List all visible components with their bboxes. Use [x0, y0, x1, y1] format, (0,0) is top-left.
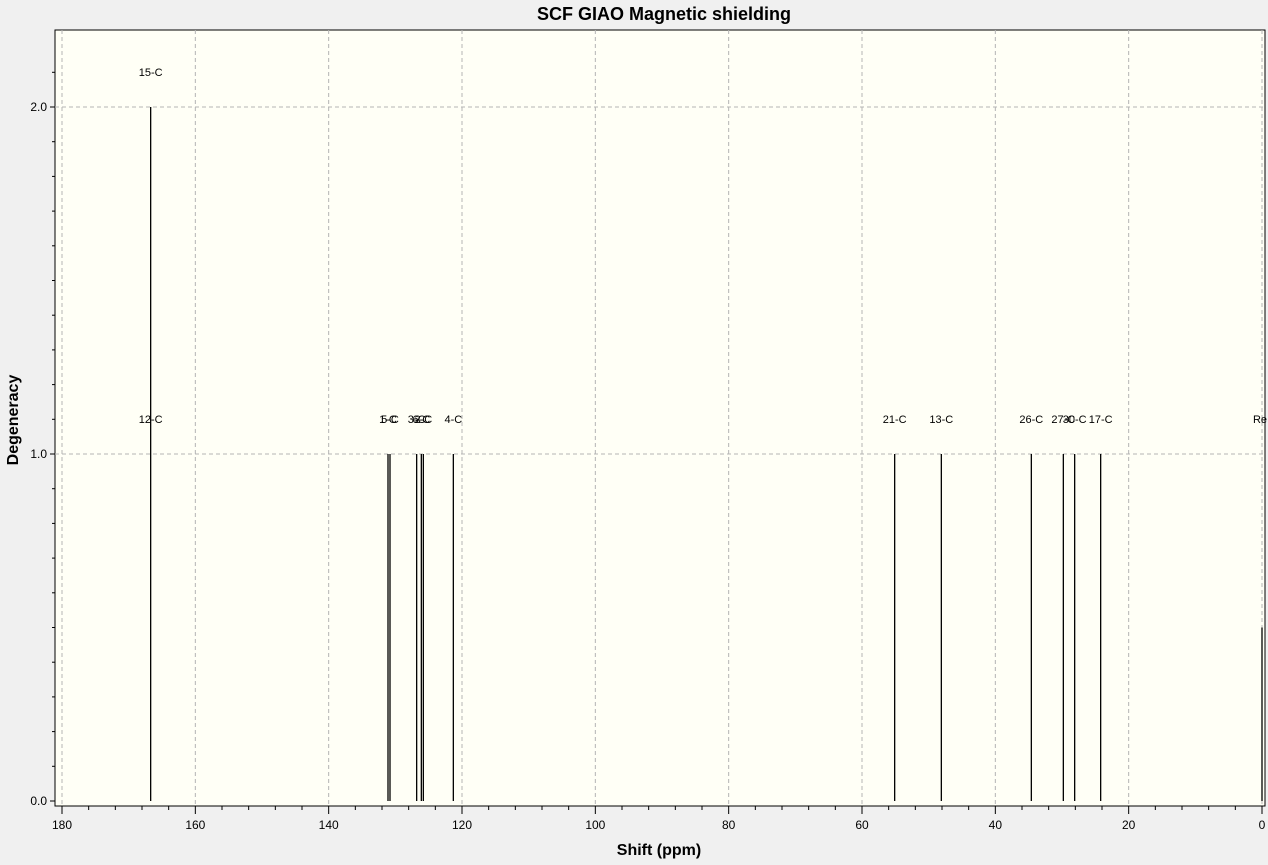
peak-label: 2-C: [414, 414, 432, 426]
nmr-spectrum-chart: SCF GIAO Magnetic shielding 12-C15-C1-C5…: [5, 4, 1267, 859]
x-tick-label: 0: [1259, 818, 1266, 832]
y-tick-label: 1.0: [30, 447, 47, 461]
x-tick-label: 180: [52, 818, 72, 832]
y-tick-label: 0.0: [30, 794, 47, 808]
peak-label: 15-C: [139, 67, 163, 79]
peak-label: Re: [1253, 414, 1267, 426]
x-tick-label: 80: [722, 818, 736, 832]
x-tick-label: 20: [1122, 818, 1136, 832]
peak-label: 26-C: [1019, 414, 1043, 426]
x-tick-label: 60: [855, 818, 869, 832]
chart-title: SCF GIAO Magnetic shielding: [537, 4, 791, 24]
x-tick-label: 120: [452, 818, 472, 832]
y-axis-label: Degeneracy: [5, 375, 22, 466]
x-tick-label: 40: [989, 818, 1003, 832]
x-tick-label: 100: [585, 818, 605, 832]
peak-label: 17-C: [1089, 414, 1113, 426]
x-axis-label: Shift (ppm): [617, 842, 701, 859]
peak-label: 30-C: [1063, 414, 1087, 426]
y-tick-label: 2.0: [30, 100, 47, 114]
peak-label: 4-C: [444, 414, 462, 426]
chart-container: SCF GIAO Magnetic shielding 12-C 15-C 1-C 5…: [0, 0, 1268, 860]
x-tick-label: 140: [319, 818, 339, 832]
peak-label: 21-C: [883, 414, 907, 426]
x-tick-label: 160: [185, 818, 205, 832]
peak-label: 13-C: [929, 414, 953, 426]
peak-label: 12-C: [139, 414, 163, 426]
peak-label: 5-C: [381, 414, 399, 426]
